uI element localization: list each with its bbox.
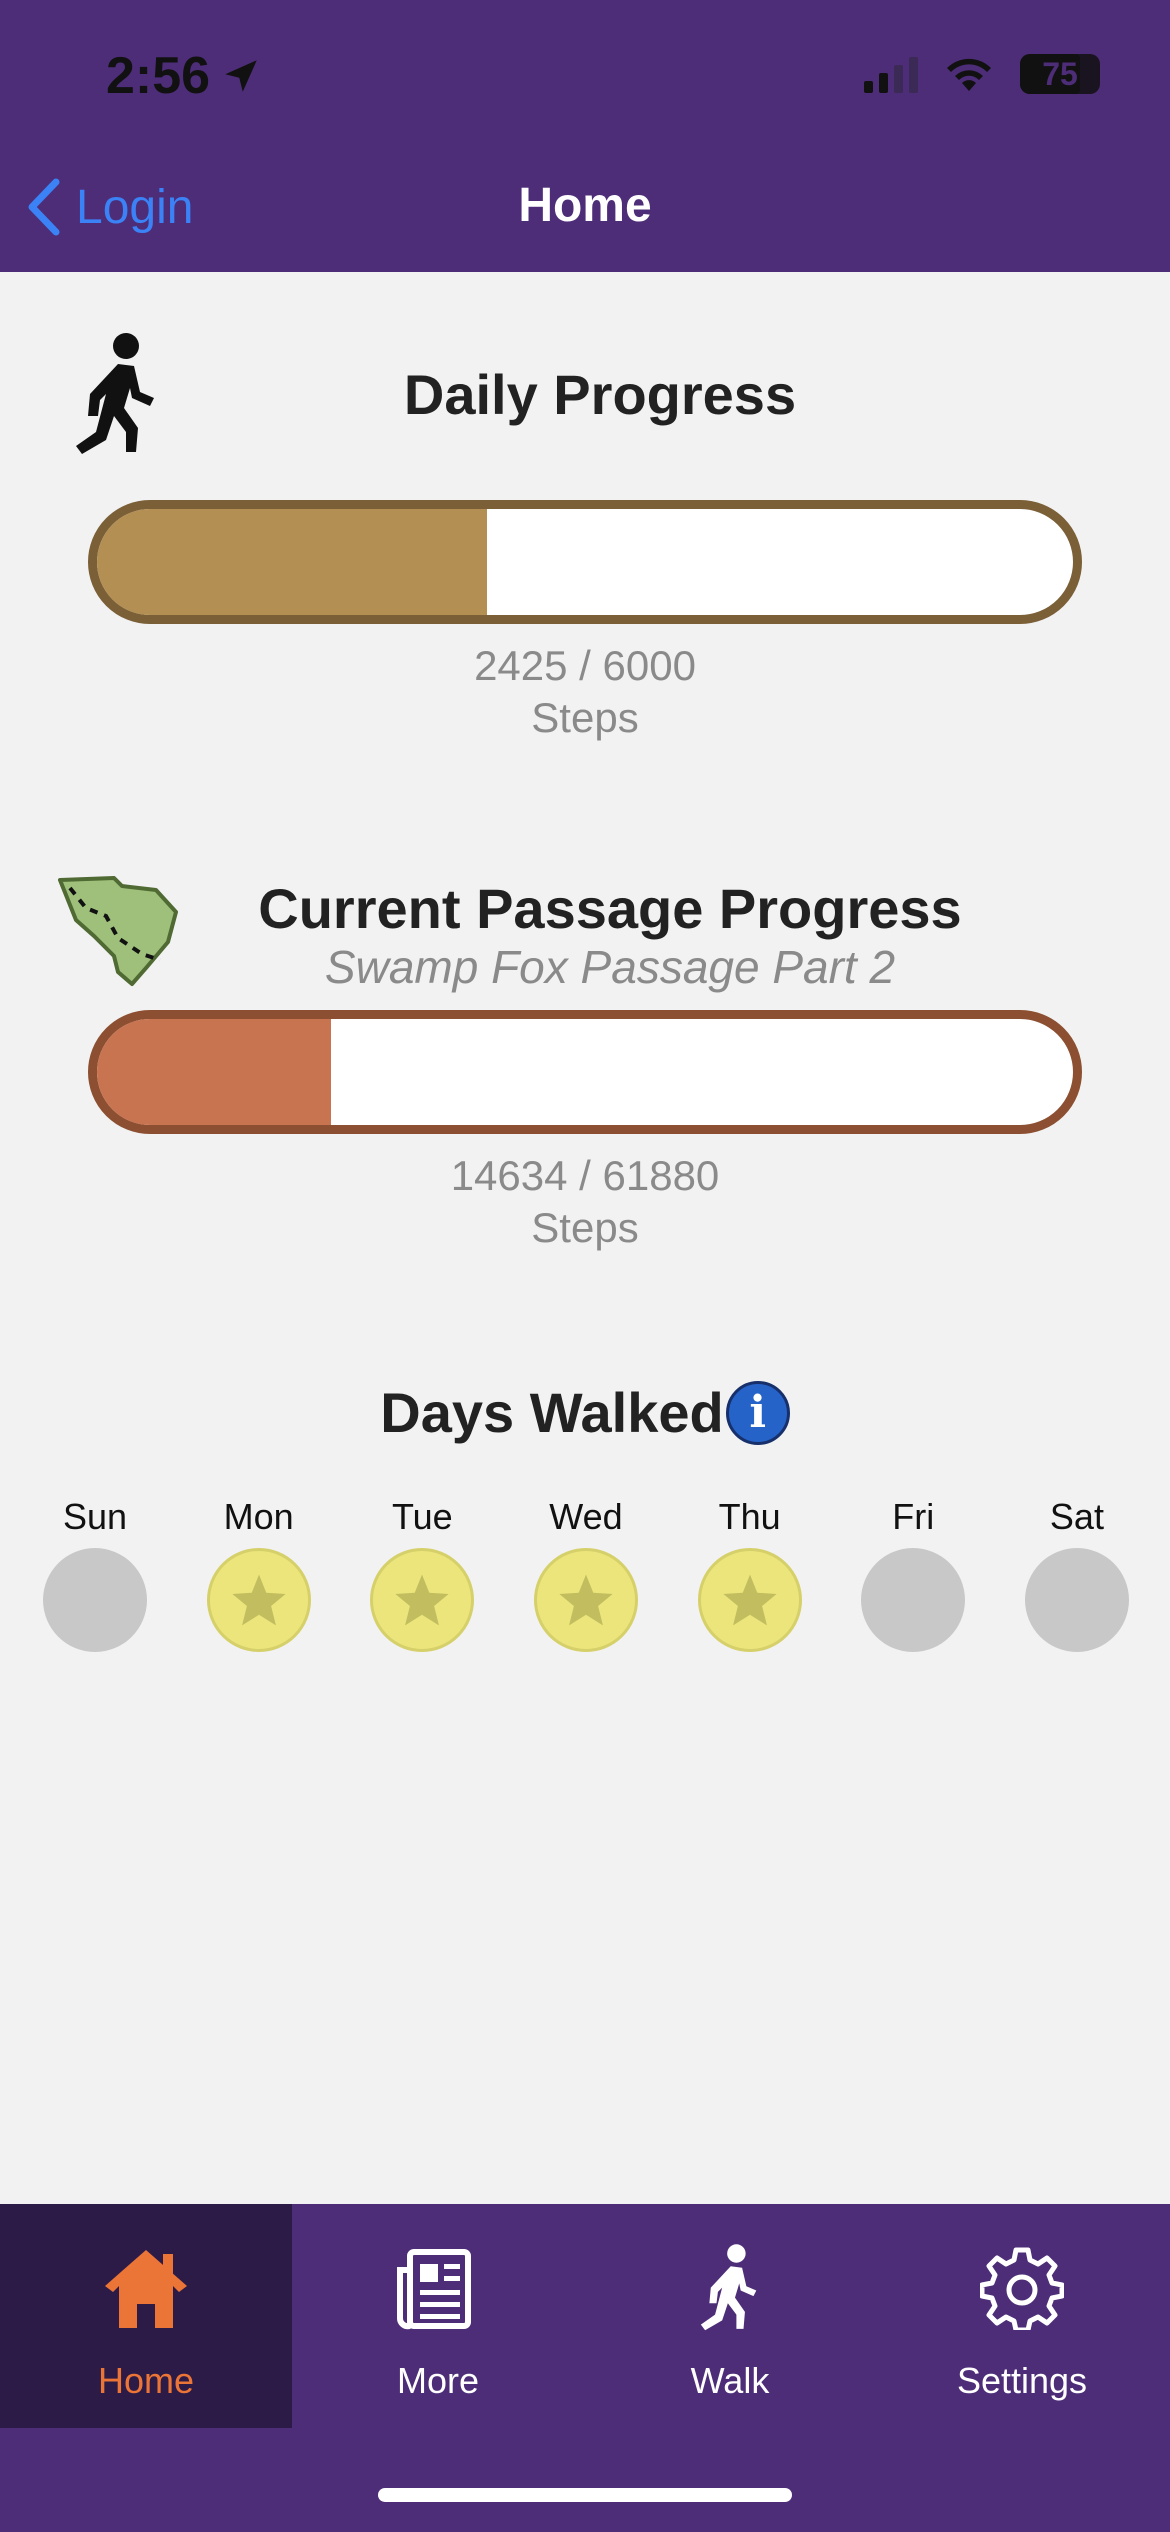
wifi-icon — [947, 58, 991, 91]
daily-step-unit: Steps — [531, 694, 639, 741]
gear-icon — [980, 2247, 1064, 2330]
info-icon[interactable]: i — [725, 1380, 790, 1445]
day-walked-indicator — [206, 1548, 311, 1652]
day-item-tue: Tue — [341, 1496, 503, 1652]
star-icon — [723, 1574, 777, 1626]
page-title: Home — [518, 179, 652, 232]
passage-step-count: 14634 / 61880 — [450, 1152, 720, 1199]
battery-icon: 75 — [1020, 54, 1100, 94]
status-time: 2:56 — [106, 46, 262, 106]
location-arrow-icon — [225, 60, 257, 92]
day-item-fri: Fri — [832, 1496, 994, 1652]
battery-level: 75 — [1042, 55, 1078, 92]
day-item-wed: Wed — [505, 1496, 667, 1652]
day-not-walked-indicator — [1024, 1548, 1129, 1652]
walker-icon — [700, 2244, 757, 2331]
cellular-signal-icon — [864, 55, 918, 93]
daily-progress-text: 2425 / 6000 Steps — [0, 640, 1170, 744]
passage-name: Swamp Fox Passage Part 2 — [324, 941, 896, 993]
day-label: Sat — [1049, 1496, 1104, 1537]
days-walked-title: Days Walked — [380, 1381, 724, 1444]
home-indicator — [378, 2488, 792, 2502]
tab-more-label: More — [396, 2360, 480, 2401]
day-walked-indicator — [533, 1548, 638, 1652]
day-label: Sun — [62, 1496, 128, 1537]
tab-bar: Home More Walk Settings — [0, 2204, 1170, 2532]
day-not-walked-indicator — [43, 1548, 147, 1652]
day-label: Wed — [549, 1496, 623, 1537]
daily-progress-fill — [97, 509, 488, 615]
house-icon — [105, 2250, 187, 2328]
tab-home[interactable]: Home — [0, 2204, 292, 2428]
passage-progress-bar — [88, 1010, 1082, 1134]
day-label: Tue — [391, 1496, 453, 1537]
tab-walk-label: Walk — [690, 2360, 770, 2401]
tab-settings[interactable]: Settings — [876, 2204, 1168, 2428]
clock-text: 2:56 — [106, 47, 211, 105]
star-icon — [232, 1574, 286, 1626]
header: 2:56 75 Login Home — [0, 0, 1170, 272]
days-walked-heading: Days Walked i — [0, 1380, 1170, 1445]
day-label: Mon — [223, 1496, 294, 1537]
day-walked-indicator — [370, 1548, 475, 1652]
walker-icon — [76, 333, 154, 454]
passage-progress-fill — [97, 1019, 332, 1125]
day-walked-indicator — [697, 1548, 802, 1652]
day-item-sat: Sat — [996, 1496, 1158, 1652]
day-label: Thu — [718, 1496, 781, 1537]
tab-more[interactable]: More — [292, 2204, 584, 2428]
newspaper-icon — [397, 2249, 471, 2330]
daily-progress-title: Daily Progress — [403, 363, 797, 426]
day-item-mon: Mon — [178, 1496, 340, 1652]
passage-progress-title: Current Passage Progress — [258, 877, 962, 940]
status-icons: 75 — [864, 54, 1100, 94]
day-label: Fri — [892, 1496, 935, 1537]
days-walked-row: Sun Mon Tue Wed Thu Fri Sat — [14, 1496, 1158, 1652]
tab-home-label: Home — [97, 2360, 195, 2401]
tab-settings-label: Settings — [956, 2360, 1088, 2401]
daily-step-count: 2425 / 6000 — [474, 642, 696, 689]
day-item-thu: Thu — [669, 1496, 831, 1652]
passage-step-unit: Steps — [531, 1204, 639, 1251]
passage-progress-text: 14634 / 61880 Steps — [0, 1150, 1170, 1254]
day-item-sun: Sun — [14, 1496, 176, 1652]
star-icon — [559, 1574, 613, 1626]
daily-progress-bar — [88, 500, 1082, 624]
day-not-walked-indicator — [861, 1548, 966, 1652]
star-icon — [395, 1574, 449, 1626]
tab-walk[interactable]: Walk — [584, 2204, 876, 2428]
